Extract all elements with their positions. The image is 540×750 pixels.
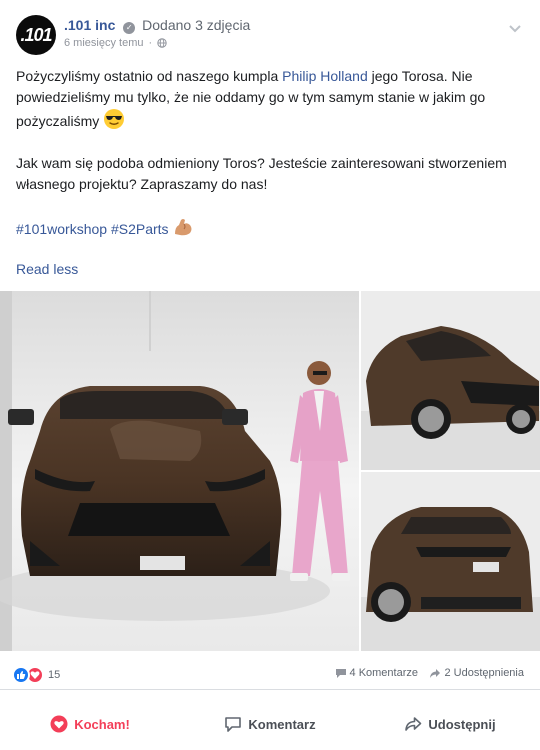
comments-count-text: 4 Komentarze xyxy=(349,667,418,679)
sunglasses-emoji-icon xyxy=(104,109,125,129)
reactions-summary[interactable]: 15 xyxy=(12,666,60,684)
flexed-biceps-emoji-icon xyxy=(175,219,192,236)
photo-front-with-character[interactable] xyxy=(0,291,359,651)
post-meta: 6 miesięcy temu · xyxy=(64,37,167,49)
comment-button[interactable]: Komentarz xyxy=(180,704,360,744)
share-arrow-icon xyxy=(430,668,441,678)
post-timestamp[interactable]: 6 miesięcy temu xyxy=(64,37,143,49)
comment-bubble-icon xyxy=(335,668,346,678)
verified-check-icon: ✓ xyxy=(123,22,136,34)
love-button-label: Kocham! xyxy=(74,716,130,732)
tagged-person-link[interactable]: Philip Holland xyxy=(282,68,368,84)
like-reaction-icon xyxy=(12,666,30,684)
post-paragraph-2: Jak wam się podoba odmieniony Toros? Jes… xyxy=(16,155,507,192)
photo-grid xyxy=(0,291,540,651)
post-action-text: Dodano 3 zdjęcia xyxy=(142,17,251,33)
author-name-link[interactable]: .101 inc xyxy=(64,17,115,33)
comments-count[interactable]: 4 Komentarze xyxy=(335,667,418,679)
post-stats: 15 4 Komentarze 2 Udostępnienia xyxy=(0,660,540,690)
post-text: Pożyczyliśmy ostatnio od naszego kumpla … xyxy=(16,66,524,261)
text-segment: Pożyczyliśmy ostatnio od naszego kumpla xyxy=(16,68,283,84)
shares-count[interactable]: 2 Udostępnienia xyxy=(429,667,524,679)
read-less-link[interactable]: Read less xyxy=(16,261,78,277)
post-header: .101 .101 inc ✓ Dodano 3 zdjęcia 6 miesi… xyxy=(0,0,540,60)
photo-rear[interactable] xyxy=(361,472,540,651)
author-line: .101 inc ✓ Dodano 3 zdjęcia xyxy=(64,16,250,34)
chevron-down-icon[interactable] xyxy=(508,22,522,36)
comment-button-label: Komentarz xyxy=(248,716,316,732)
share-button[interactable]: Udostępnij xyxy=(360,704,540,744)
post-hashtags: #101workshop #S2Parts xyxy=(16,216,524,240)
hashtag-link[interactable]: #S2Parts xyxy=(111,221,169,237)
page-avatar[interactable]: .101 xyxy=(16,15,56,55)
dot-separator: · xyxy=(148,37,153,49)
post-actions: Kocham! Komentarz Udostępnij xyxy=(0,704,540,744)
reaction-count: 15 xyxy=(48,669,61,681)
globe-icon xyxy=(157,38,167,48)
heart-icon xyxy=(50,715,68,733)
comment-icon xyxy=(225,716,242,732)
love-button[interactable]: Kocham! xyxy=(0,704,180,744)
hashtag-link[interactable]: #101workshop xyxy=(16,221,107,237)
share-icon xyxy=(405,717,422,731)
post-paragraph-1: Pożyczyliśmy ostatnio od naszego kumpla … xyxy=(16,66,524,132)
shares-count-text: 2 Udostępnienia xyxy=(444,667,524,679)
share-button-label: Udostępnij xyxy=(428,716,496,732)
photo-side-front[interactable] xyxy=(361,291,540,470)
